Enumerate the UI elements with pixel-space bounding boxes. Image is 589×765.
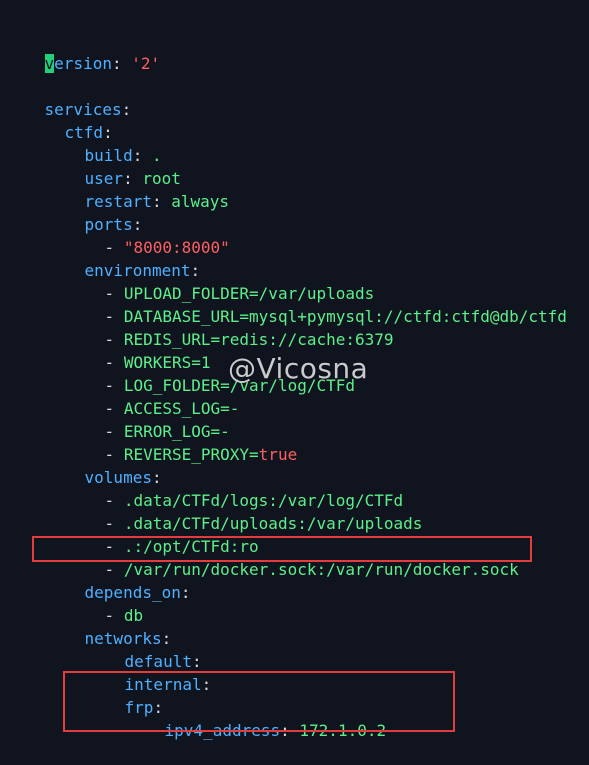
code-line-default: default: bbox=[86, 627, 202, 671]
code-line-volumes: volumes: bbox=[46, 443, 162, 487]
yaml-colon: : bbox=[111, 54, 122, 73]
yaml-value: always bbox=[171, 192, 230, 211]
yaml-colon: : bbox=[151, 192, 162, 211]
code-line-ports-item: - "8000:8000" bbox=[66, 213, 230, 257]
yaml-bool-value: true bbox=[258, 445, 298, 464]
code-line-depends-item: - db bbox=[66, 581, 144, 625]
yaml-value: 172.1.0.2 bbox=[299, 721, 387, 740]
code-line-env-item: - ERROR_LOG=- bbox=[66, 397, 230, 441]
code-line-env-item: - WORKERS=1 bbox=[66, 328, 211, 372]
text-cursor: v bbox=[44, 54, 55, 73]
code-line-services: services: bbox=[6, 75, 132, 119]
code-line-env-item: - UPLOAD_FOLDER=/var/uploads bbox=[66, 259, 375, 303]
yaml-colon: : bbox=[280, 721, 290, 740]
yaml-colon: : bbox=[201, 675, 212, 694]
code-line-version: version: '2' bbox=[6, 29, 160, 73]
yaml-key: ipv4_address bbox=[164, 721, 281, 740]
code-line-env-item: - ACCESS_LOG=- bbox=[66, 374, 240, 418]
code-line-env-item: - DATABASE_URL=mysql+pymysql://ctfd:ctfd… bbox=[66, 282, 567, 326]
code-line-volume-item: - .:/opt/CTFd:ro bbox=[66, 512, 259, 556]
code-line-internal: internal: bbox=[86, 650, 212, 694]
code-line-user: user: root bbox=[46, 144, 181, 188]
code-line-volume-item: - .data/CTFd/logs:/var/log/CTFd bbox=[66, 466, 404, 510]
code-line-depends-on: depends_on: bbox=[46, 558, 191, 602]
code-line-restart: restart: always bbox=[46, 167, 230, 211]
code-editor[interactable]: version: '2' services: ctfd: build: . us… bbox=[0, 0, 589, 740]
code-line-ports: ports: bbox=[46, 190, 143, 234]
yaml-colon: : bbox=[180, 583, 191, 602]
code-line-frp: frp: bbox=[86, 673, 164, 717]
code-line-volume-item: - .data/CTFd/uploads:/var/uploads bbox=[66, 489, 423, 533]
code-line-environment: environment: bbox=[46, 236, 201, 280]
code-line-env-item: - REDIS_URL=redis://cache:6379 bbox=[66, 305, 394, 349]
yaml-key: ersion bbox=[54, 54, 112, 73]
code-line-ctfd: ctfd: bbox=[26, 98, 113, 142]
yaml-colon: : bbox=[121, 100, 132, 119]
code-line-networks: networks: bbox=[46, 604, 172, 648]
code-line-env-item: - REVERSE_PROXY=true bbox=[66, 420, 298, 464]
code-line-volume-item-docker-sock: - /var/run/docker.sock:/var/run/docker.s… bbox=[66, 535, 519, 579]
watermark: @Vicosna bbox=[228, 352, 369, 385]
code-line-ipv4-address: ipv4_address: 172.1.0.2 bbox=[126, 696, 387, 740]
code-line-build: build: . bbox=[46, 121, 162, 165]
yaml-string-value: '2' bbox=[131, 54, 161, 73]
